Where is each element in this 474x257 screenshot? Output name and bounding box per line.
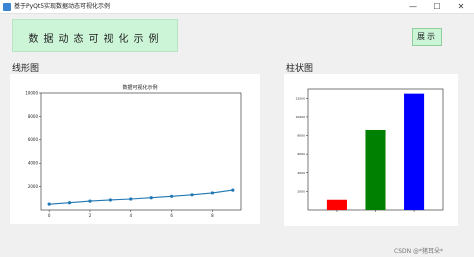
line-point bbox=[210, 191, 215, 195]
bar-chart-panel: 2000 4000 6000 8000 10000 12000 bbox=[284, 74, 458, 226]
show-button[interactable]: 展示 bbox=[412, 28, 442, 46]
line-y-tick-label: 6000 bbox=[28, 137, 39, 142]
bar bbox=[365, 129, 386, 210]
bar-y-tick-label: 12000 bbox=[295, 96, 305, 100]
line-point bbox=[88, 199, 92, 203]
line-point bbox=[67, 201, 72, 205]
line-point bbox=[231, 188, 235, 192]
bar bbox=[404, 93, 425, 210]
watermark: CSDN @*猪耳朵* bbox=[394, 248, 444, 255]
bar bbox=[326, 199, 347, 210]
line-chart: 数据可视化示例 0 2 4 6 8 2000 4000 6000 8000 10000 bbox=[25, 84, 242, 218]
banner-title: 数据动态可视化示例 bbox=[28, 34, 164, 45]
line-y-tick-label: 4000 bbox=[28, 161, 39, 166]
close-button[interactable]: ✕ bbox=[450, 0, 472, 14]
minimize-button[interactable]: — bbox=[402, 0, 424, 14]
bar-chart-label: 柱状图 bbox=[286, 64, 314, 74]
app-icon bbox=[3, 3, 11, 11]
line-point bbox=[170, 194, 174, 198]
line-x-tick-label: 0 bbox=[48, 213, 51, 218]
line-x-tick-label: 4 bbox=[130, 213, 133, 218]
bar-y-tick-label: 10000 bbox=[295, 115, 305, 119]
window-title: 基于PyQt5实现数据动态可视化示例 bbox=[14, 3, 111, 10]
line-chart-title: 数据可视化示例 bbox=[122, 84, 157, 91]
window-titlebar: 基于PyQt5实现数据动态可视化示例 — ☐ ✕ bbox=[0, 0, 474, 14]
bar-chart: 2000 4000 6000 8000 10000 12000 bbox=[295, 88, 444, 212]
line-x-tick-label: 2 bbox=[89, 213, 92, 218]
line-series bbox=[49, 189, 233, 205]
line-point bbox=[129, 197, 133, 201]
maximize-button[interactable]: ☐ bbox=[426, 0, 448, 14]
line-y-tick-label: 2000 bbox=[28, 184, 39, 189]
line-x-tick-label: 6 bbox=[170, 213, 173, 218]
bar-y-tick-label: 2000 bbox=[297, 189, 305, 193]
bar-y-tick-label: 6000 bbox=[297, 152, 305, 156]
bar-y-tick-label: 8000 bbox=[297, 134, 305, 138]
line-y-tick-label: 8000 bbox=[28, 114, 39, 119]
line-chart-panel: 数据可视化示例 0 2 4 6 8 2000 4000 6000 8000 10000 bbox=[10, 74, 260, 224]
line-point bbox=[47, 202, 51, 206]
line-point bbox=[190, 193, 194, 197]
title-banner: 数据动态可视化示例 bbox=[12, 19, 178, 52]
line-point bbox=[108, 198, 112, 202]
line-chart-label: 线形图 bbox=[12, 64, 40, 74]
line-x-tick-label: 8 bbox=[211, 213, 214, 218]
line-point bbox=[149, 196, 153, 200]
line-y-tick-label: 10000 bbox=[25, 90, 38, 95]
bar-y-tick-label: 4000 bbox=[297, 171, 305, 175]
